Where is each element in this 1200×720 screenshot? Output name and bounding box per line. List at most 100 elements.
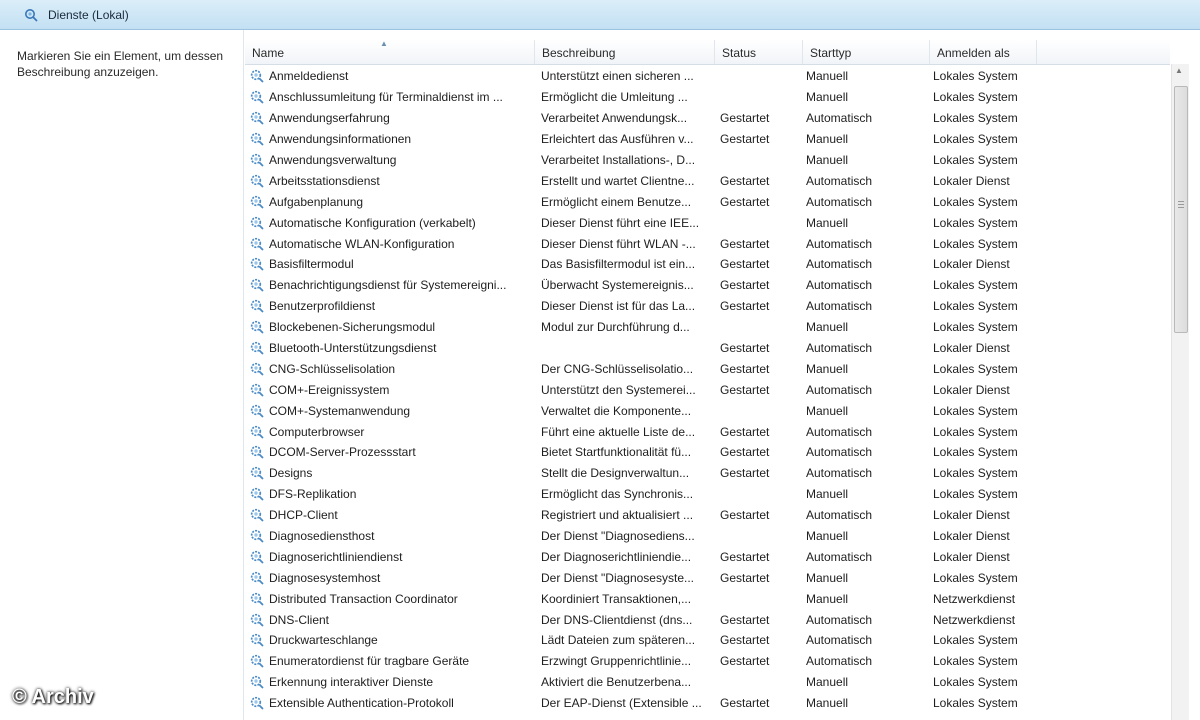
cell-name[interactable]: COM+-Ereignissystem [245, 383, 535, 397]
cell-name[interactable]: Bluetooth-Unterstützungsdienst [245, 341, 535, 355]
cell-starttype: Manuell [806, 696, 849, 711]
cell-name[interactable]: CNG-Schlüsselisolation [245, 362, 535, 376]
cell-name[interactable]: Diagnosediensthost [245, 529, 535, 543]
scroll-thumb[interactable] [1174, 86, 1188, 333]
cell-starttype: Manuell [806, 591, 849, 606]
column-header-status[interactable]: Status [715, 40, 803, 64]
service-gear-icon [250, 655, 264, 669]
table-row[interactable]: DFS-Replikation Ermöglicht das Synchronis… [245, 484, 1170, 505]
cell-logon: Lokales System [933, 487, 1018, 502]
table-row[interactable]: Anwendungsinformationen Erleichtert das A… [245, 129, 1170, 150]
table-row[interactable]: Erkennung interaktiver Dienste Aktiviert … [245, 672, 1170, 693]
cell-starttype: Automatisch [806, 341, 873, 356]
table-row[interactable]: CNG-Schlüsselisolation Der CNG-Schlüsseli… [245, 358, 1170, 379]
service-gear-icon [250, 508, 264, 522]
cell-name[interactable]: DNS-Client [245, 613, 535, 627]
cell-name[interactable]: Designs [245, 466, 535, 480]
cell-name[interactable]: Diagnosesystemhost [245, 571, 535, 585]
cell-status: Gestartet [720, 633, 770, 648]
cell-description: Der Dienst "Diagnosesyste... [541, 570, 694, 585]
table-row[interactable]: Diagnosesystemhost Der Dienst "Diagnosesy… [245, 567, 1170, 588]
table-row[interactable]: Benutzerprofildienst Dieser Dienst ist fü… [245, 296, 1170, 317]
cell-logon: Lokales System [933, 633, 1018, 648]
cell-starttype: Automatisch [806, 299, 873, 314]
table-row[interactable]: Benachrichtigungsdienst für Systemereign… [245, 275, 1170, 296]
cell-name[interactable]: Enumeratordienst für tragbare Geräte [245, 654, 535, 668]
column-header-description[interactable]: Beschreibung [535, 40, 715, 64]
cell-name[interactable]: DHCP-Client [245, 508, 535, 522]
table-row[interactable]: Distributed Transaction Coordinator Koord… [245, 588, 1170, 609]
cell-name[interactable]: Distributed Transaction Coordinator [245, 592, 535, 606]
cell-name[interactable]: DFS-Replikation [245, 487, 535, 501]
cell-name[interactable]: Benutzerprofildienst [245, 299, 535, 313]
table-row[interactable]: Aufgabenplanung Ermöglicht einem Benutze.… [245, 191, 1170, 212]
table-row[interactable]: Anwendungsverwaltung Verarbeitet Installa… [245, 150, 1170, 171]
service-gear-icon [250, 174, 264, 188]
cell-status: Gestartet [720, 382, 770, 397]
cell-description: Aktiviert die Benutzerbena... [541, 675, 692, 690]
cell-name[interactable]: Anschlussumleitung für Terminaldienst im… [245, 90, 535, 104]
table-row[interactable]: Basisfiltermodul Das Basisfiltermodul ist… [245, 254, 1170, 275]
table-row[interactable]: Computerbrowser Führt eine aktuelle Liste… [245, 421, 1170, 442]
cell-name[interactable]: Anwendungserfahrung [245, 111, 535, 125]
cell-name[interactable]: Anwendungsverwaltung [245, 153, 535, 167]
cell-name[interactable]: Arbeitsstationsdienst [245, 174, 535, 188]
table-row[interactable]: Arbeitsstationsdienst Erstellt und wartet… [245, 170, 1170, 191]
cell-logon: Netzwerkdienst [933, 591, 1016, 606]
table-row[interactable]: Anwendungserfahrung Verarbeitet Anwendung… [245, 108, 1170, 129]
vertical-scrollbar[interactable]: ▲ [1171, 64, 1189, 720]
cell-status: Gestartet [720, 466, 770, 481]
cell-status: Gestartet [720, 111, 770, 126]
cell-logon: Lokales System [933, 278, 1018, 293]
table-row[interactable]: Designs Stellt die Designverwaltun... Gest… [245, 463, 1170, 484]
table-row[interactable]: DCOM-Server-Prozessstart Bietet Startfunk… [245, 442, 1170, 463]
table-row[interactable]: Druckwarteschlange Lädt Dateien zum späte… [245, 630, 1170, 651]
scroll-up-icon[interactable]: ▲ [1175, 66, 1183, 75]
cell-logon: Lokaler Dienst [933, 173, 1010, 188]
cell-name[interactable]: Druckwarteschlange [245, 633, 535, 647]
cell-description: Dieser Dienst führt WLAN -... [541, 236, 696, 251]
table-row[interactable]: Diagnosediensthost Der Dienst "Diagnosedi… [245, 526, 1170, 547]
table-row[interactable]: DNS-Client Der DNS-Clientdienst (dns... Ge… [245, 609, 1170, 630]
cell-starttype: Automatisch [806, 654, 873, 669]
cell-name[interactable]: Erkennung interaktiver Dienste [245, 675, 535, 689]
column-header-name[interactable]: ▲ Name [245, 40, 535, 64]
cell-starttype: Automatisch [806, 236, 873, 251]
cell-name[interactable]: Automatische WLAN-Konfiguration [245, 237, 535, 251]
cell-name[interactable]: Blockebenen-Sicherungsmodul [245, 320, 535, 334]
cell-name[interactable]: Extensible Authentication-Protokoll [245, 696, 535, 710]
table-row[interactable]: Automatische Konfiguration (verkabelt) Di… [245, 212, 1170, 233]
table-row[interactable]: Bluetooth-Unterstützungsdienst Gestartet A… [245, 338, 1170, 359]
cell-status: Gestartet [720, 612, 770, 627]
service-gear-icon [250, 341, 264, 355]
cell-name[interactable]: Anwendungsinformationen [245, 132, 535, 146]
cell-starttype: Automatisch [806, 508, 873, 523]
column-header-starttype[interactable]: Starttyp [803, 40, 930, 64]
cell-starttype: Manuell [806, 153, 849, 167]
cell-starttype: Manuell [806, 403, 849, 418]
cell-starttype: Automatisch [806, 278, 873, 293]
table-row[interactable]: COM+-Systemanwendung Verwaltet die Kompon… [245, 400, 1170, 421]
table-row[interactable]: Anschlussumleitung für Terminaldienst im… [245, 87, 1170, 108]
table-row[interactable]: Diagnoserichtliniendienst Der Diagnoseric… [245, 546, 1170, 567]
cell-name[interactable]: Basisfiltermodul [245, 257, 535, 271]
cell-name[interactable]: DCOM-Server-Prozessstart [245, 445, 535, 459]
table-row[interactable]: Extensible Authentication-Protokoll Der E… [245, 693, 1170, 714]
cell-starttype: Manuell [806, 487, 849, 502]
column-header-logon[interactable]: Anmelden als [930, 40, 1037, 64]
table-row[interactable]: Enumeratordienst für tragbare Geräte Erzw… [245, 651, 1170, 672]
cell-name[interactable]: Anmeldedienst [245, 69, 535, 83]
cell-name[interactable]: Computerbrowser [245, 425, 535, 439]
cell-status: Gestartet [720, 654, 770, 669]
cell-name[interactable]: COM+-Systemanwendung [245, 404, 535, 418]
cell-name[interactable]: Automatische Konfiguration (verkabelt) [245, 216, 535, 230]
table-row[interactable]: DHCP-Client Registriert und aktualisiert … [245, 505, 1170, 526]
cell-name[interactable]: Diagnoserichtliniendienst [245, 550, 535, 564]
cell-starttype: Manuell [806, 90, 849, 105]
table-row[interactable]: Anmeldedienst Unterstützt einen sicheren … [245, 66, 1170, 87]
cell-name[interactable]: Aufgabenplanung [245, 195, 535, 209]
table-row[interactable]: Automatische WLAN-Konfiguration Dieser Di… [245, 233, 1170, 254]
table-row[interactable]: Blockebenen-Sicherungsmodul Modul zur Dur… [245, 317, 1170, 338]
table-row[interactable]: COM+-Ereignissystem Unterstützt den Syste… [245, 379, 1170, 400]
cell-name[interactable]: Benachrichtigungsdienst für Systemereign… [245, 278, 535, 292]
